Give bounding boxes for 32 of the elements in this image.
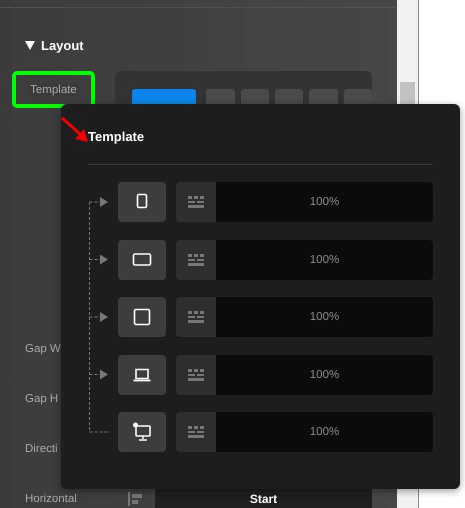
grid-icon (188, 311, 204, 323)
pointer-arrow (60, 116, 90, 143)
grid-button[interactable] (176, 354, 216, 394)
value-field[interactable]: 100% (216, 182, 433, 222)
device-button[interactable] (118, 354, 166, 394)
grid-icon (188, 426, 204, 438)
value-field[interactable]: 100% (216, 240, 433, 280)
device-button[interactable] (118, 182, 166, 222)
grid-icon (188, 196, 204, 208)
value-field[interactable]: 100% (216, 412, 433, 452)
device-button[interactable] (118, 297, 166, 337)
device-button[interactable] (118, 412, 166, 452)
popup-title: Template (88, 128, 146, 146)
collapse-triangle-icon[interactable] (25, 40, 35, 50)
grid-button[interactable] (176, 240, 216, 280)
scrollbar-thumb[interactable] (400, 82, 415, 104)
square-icon (132, 307, 152, 327)
field-label: Gap H (25, 393, 60, 405)
value-field[interactable]: 100% (216, 354, 433, 394)
grid-icon (188, 254, 204, 266)
desktop-icon (132, 422, 152, 442)
field-label: Directi (25, 443, 59, 455)
field-label: Horizontal (25, 493, 78, 505)
grid-icon (188, 368, 204, 380)
section-title: Layout (41, 38, 84, 52)
device-button[interactable] (118, 240, 166, 280)
grid-button[interactable] (176, 182, 216, 222)
grid-button[interactable] (176, 412, 216, 452)
grid-button[interactable] (176, 297, 216, 337)
field-label: Template (28, 84, 79, 96)
value-field[interactable]: 100% (216, 297, 433, 337)
field-label: Gap W (25, 343, 62, 355)
